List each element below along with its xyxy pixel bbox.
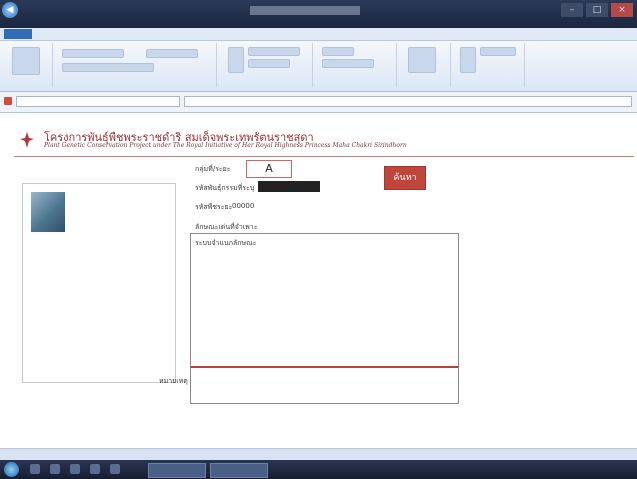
close-button[interactable]: × [611,3,633,17]
sample-id-label: รหัสพันธุ์กรรมที่ระบุ [195,184,255,192]
ribbon-control[interactable] [248,47,300,56]
minimize-button[interactable]: – [561,3,583,17]
note-textarea[interactable] [190,366,459,404]
ribbon-group-views [4,43,53,87]
maximize-button[interactable]: □ [586,3,608,17]
start-button[interactable] [4,462,19,477]
object-url-field[interactable] [184,96,632,107]
header-divider [14,156,634,157]
taskbar-window-button[interactable] [148,463,206,478]
form-header: โครงการพันธุ์พืชพระราชดำริ สมเด็จพระเทพร… [14,124,614,154]
find-button[interactable] [408,47,436,73]
group-label: กลุ่มที่/ระยะ [195,165,231,173]
description-label: ลักษณะเด่นที่จำเพาะ [195,223,258,231]
sample-id-field[interactable] [258,181,320,192]
description-text: ระบบจำแนกลักษณะ [195,239,257,247]
ribbon-control[interactable] [248,59,290,68]
header-subtitle: Plant Genetic Conservation Project under… [44,142,407,149]
plant-number-value[interactable]: 00000 [232,202,254,210]
ribbon-control[interactable] [322,47,354,56]
search-button[interactable]: ค้นหา [384,166,426,190]
plant-photo [31,192,65,232]
taskbar-app-icon[interactable] [90,464,100,474]
ribbon-control[interactable] [62,63,154,72]
taskbar-app-icon[interactable] [30,464,40,474]
object-location-field[interactable] [16,96,180,107]
ribbon-group-find [400,43,451,87]
sort-button[interactable] [228,47,244,73]
taskbar [0,460,637,479]
taskbar-app-icon[interactable] [110,464,120,474]
file-tab[interactable] [4,29,32,39]
ribbon-control[interactable] [322,59,374,68]
taskbar-app-icon[interactable] [50,464,60,474]
window-controls: – □ × [561,3,633,17]
ribbon-control[interactable] [480,47,516,56]
ribbon-group-clipboard [56,43,217,87]
ribbon-group-records [316,43,397,87]
ribbon-group-sort [222,43,313,87]
ribbon [0,41,637,92]
description-textarea[interactable]: ระบบจำแนกลักษณะ [190,233,459,367]
ribbon-control[interactable] [62,49,124,58]
group-field[interactable]: A [246,160,292,178]
window-title [250,6,360,15]
note-label: หมายเหตุ [159,377,188,385]
form-icon [4,97,12,105]
ribbon-tab-bar [0,28,637,41]
photo-frame [22,183,176,383]
ribbon-control[interactable] [146,49,198,58]
window-titlebar: ◀ – □ × [0,0,637,28]
ribbon-group-text-formatting [454,43,525,87]
back-arrow-icon[interactable]: ◀ [2,2,18,18]
plant-number-label: รหัสพืชระยะ [195,203,233,211]
taskbar-app-icon[interactable] [70,464,80,474]
view-button[interactable] [12,47,40,75]
taskbar-window-button[interactable] [210,463,268,478]
royal-emblem-icon [20,132,34,148]
font-button[interactable] [460,47,476,73]
navigation-bar [0,92,637,113]
